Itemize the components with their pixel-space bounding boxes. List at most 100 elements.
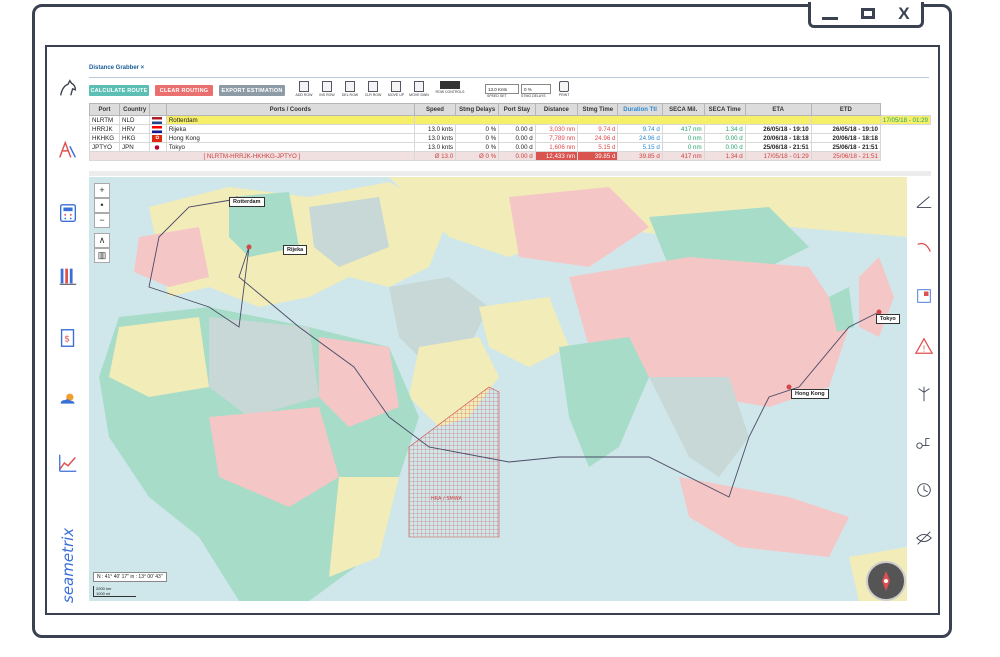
port-input[interactable]: Tokyo bbox=[165, 142, 415, 152]
cell-stay[interactable]: 0.00 d bbox=[498, 124, 536, 134]
col-flag bbox=[149, 103, 167, 116]
warning-icon[interactable]: ! bbox=[915, 337, 933, 355]
port-network-icon[interactable] bbox=[915, 433, 933, 451]
cell-eta: 20/06/18 - 18:18 bbox=[744, 133, 812, 143]
cell-stay[interactable]: 0.00 d bbox=[498, 142, 536, 152]
cell-speed[interactable]: 13.0 knts bbox=[413, 142, 457, 152]
route-map-icon[interactable] bbox=[57, 139, 79, 161]
move-up-button[interactable]: MOVE UP bbox=[385, 81, 407, 101]
wind-turbine-icon[interactable] bbox=[915, 385, 933, 403]
cell-speed[interactable]: 13.0 knts bbox=[413, 133, 457, 143]
calculator-icon[interactable] bbox=[57, 202, 79, 224]
print-button[interactable]: PRINT bbox=[553, 81, 575, 101]
port-input[interactable]: Rotterdam bbox=[165, 115, 415, 125]
col-country[interactable]: Country bbox=[119, 103, 151, 116]
port-marker-rijeka[interactable] bbox=[246, 244, 252, 250]
window-controls: X bbox=[808, 2, 924, 28]
delete-row-icon bbox=[345, 81, 355, 92]
area-select-icon[interactable] bbox=[915, 287, 933, 305]
left-sidebar: $ seametrix bbox=[47, 47, 87, 613]
ruler-icon[interactable] bbox=[915, 193, 933, 211]
cell-seca-mil: 0 nm bbox=[661, 133, 705, 143]
cell-seca-mil: 417 nm bbox=[661, 124, 705, 134]
measure-tool-icon[interactable]: ∧ bbox=[94, 233, 110, 248]
add-row-button[interactable]: ADD ROW bbox=[293, 81, 315, 101]
history-icon[interactable] bbox=[915, 481, 933, 499]
table-row[interactable]: HRRJK HRV Rijeka 13.0 knts 0 % 0.00 d 3,… bbox=[88, 124, 931, 134]
col-seca-time[interactable]: SECA Time bbox=[703, 103, 746, 116]
compass-icon[interactable] bbox=[866, 561, 906, 601]
col-distance[interactable]: Distance bbox=[534, 103, 579, 116]
cell-delays[interactable]: 0 % bbox=[455, 124, 500, 134]
cell-distance: 1,606 nm bbox=[534, 142, 579, 152]
cell-country: NLD bbox=[119, 115, 151, 125]
table-row[interactable]: NLRTM NLD Rotterdam 17/05/18 - 01:29 bbox=[88, 115, 932, 125]
svg-text:$: $ bbox=[64, 334, 70, 345]
cell-speed[interactable]: 13.0 knts bbox=[413, 124, 457, 134]
col-port[interactable]: Port bbox=[88, 103, 121, 116]
col-duration-ttl[interactable]: Duration Ttl bbox=[617, 103, 663, 116]
routing-table: Port Country Ports / Coords Speed Stmg D… bbox=[88, 103, 932, 161]
cost-document-icon[interactable]: $ bbox=[57, 327, 79, 349]
hr-flag-icon bbox=[149, 124, 167, 134]
table-row[interactable]: HKHKG HKG ✿ Hong Kong 13.0 knts 0 % 0.00… bbox=[88, 133, 931, 143]
cell-country: HRV bbox=[119, 124, 151, 134]
row-controls-button[interactable]: ROW CONTROLS bbox=[435, 81, 465, 101]
port-label-tokyo: Tokyo bbox=[876, 314, 900, 324]
export-estimation-button[interactable]: EXPORT ESTIMATION bbox=[219, 85, 285, 96]
cell-distance: 3,030 nm bbox=[534, 124, 579, 134]
summary-stay: 0.00 d bbox=[498, 151, 536, 161]
insert-row-button[interactable]: INS ROW bbox=[316, 81, 338, 101]
clear-row-icon bbox=[368, 81, 378, 92]
trash-icon[interactable]: ▥ bbox=[94, 248, 110, 263]
minimize-button[interactable] bbox=[822, 17, 839, 20]
col-stmg-delays[interactable]: Stmg Delays bbox=[455, 103, 500, 116]
col-etd[interactable]: ETD bbox=[810, 103, 881, 116]
close-button[interactable]: X bbox=[898, 5, 909, 22]
maximize-button[interactable] bbox=[861, 8, 876, 19]
table-row[interactable]: JPTYO JPN Tokyo 13.0 knts 0 % 0.00 d 1,6… bbox=[88, 142, 931, 152]
cell-duration: 5.15 d bbox=[617, 142, 663, 152]
tab-distance-grabber[interactable]: Distance Grabber × bbox=[89, 65, 144, 71]
table-scrollbar[interactable] bbox=[89, 171, 931, 176]
summary-route: [ NLRTM-HRRJK-HKHKG-JPTYO ] bbox=[89, 151, 415, 161]
route-map[interactable]: HRA / SMWA Rotterdam Rijeka Hong Kong To… bbox=[89, 177, 907, 601]
col-seca-mil[interactable]: SECA Mil. bbox=[661, 103, 705, 116]
calculate-route-button[interactable]: CALCULATE ROUTE bbox=[89, 85, 149, 96]
summary-seca: 417 nm bbox=[661, 151, 705, 161]
arc-route-icon[interactable] bbox=[915, 239, 933, 257]
cell-stay[interactable]: 0.00 d bbox=[498, 133, 536, 143]
hide-layer-icon[interactable] bbox=[915, 529, 933, 547]
zoom-out-button[interactable]: − bbox=[94, 213, 110, 228]
cell-delays[interactable]: 0 % bbox=[455, 133, 500, 143]
clear-routing-button[interactable]: CLEAR ROUTING bbox=[155, 85, 213, 96]
cell-etd: 20/06/18 - 18:18 bbox=[810, 133, 881, 143]
library-books-icon[interactable] bbox=[57, 265, 79, 287]
col-ports-coords[interactable]: Ports / Coords bbox=[165, 103, 415, 116]
summary-eta: 17/05/18 - 01:29 bbox=[744, 151, 812, 161]
cell-eta: 25/06/18 - 21:51 bbox=[744, 142, 812, 152]
summary-etd: 25/06/18 - 21:51 bbox=[810, 151, 881, 161]
port-input[interactable]: Rijeka bbox=[165, 124, 415, 134]
col-stmg-time[interactable]: Stmg Time bbox=[577, 103, 619, 116]
col-port-stay[interactable]: Port Stay bbox=[498, 103, 536, 116]
move-down-button[interactable]: MOVE DWN bbox=[408, 81, 430, 101]
delete-row-button[interactable]: DEL ROW bbox=[339, 81, 361, 101]
cell-stmg-time: 24.96 d bbox=[577, 133, 619, 143]
col-speed[interactable]: Speed bbox=[413, 103, 457, 116]
printer-icon bbox=[559, 81, 569, 92]
clear-row-button[interactable]: CLR ROW bbox=[362, 81, 384, 101]
delay-select[interactable]: 0 % bbox=[521, 84, 551, 94]
analytics-chart-icon[interactable] bbox=[57, 452, 79, 474]
cell-duration: 24.96 d bbox=[617, 133, 663, 143]
cell-port: HRRJK bbox=[88, 124, 121, 134]
map-canvas[interactable]: HRA / SMWA bbox=[89, 177, 907, 601]
horse-logo-icon[interactable] bbox=[57, 77, 79, 99]
speed-select[interactable]: 13.0 Knts bbox=[485, 84, 519, 94]
zoom-reset-button[interactable]: • bbox=[94, 198, 110, 213]
weather-icon[interactable] bbox=[57, 389, 79, 411]
col-eta[interactable]: ETA bbox=[744, 103, 812, 116]
port-input[interactable]: Hong Kong bbox=[165, 133, 415, 143]
zoom-in-button[interactable]: + bbox=[94, 183, 110, 198]
cell-delays[interactable]: 0 % bbox=[455, 142, 500, 152]
